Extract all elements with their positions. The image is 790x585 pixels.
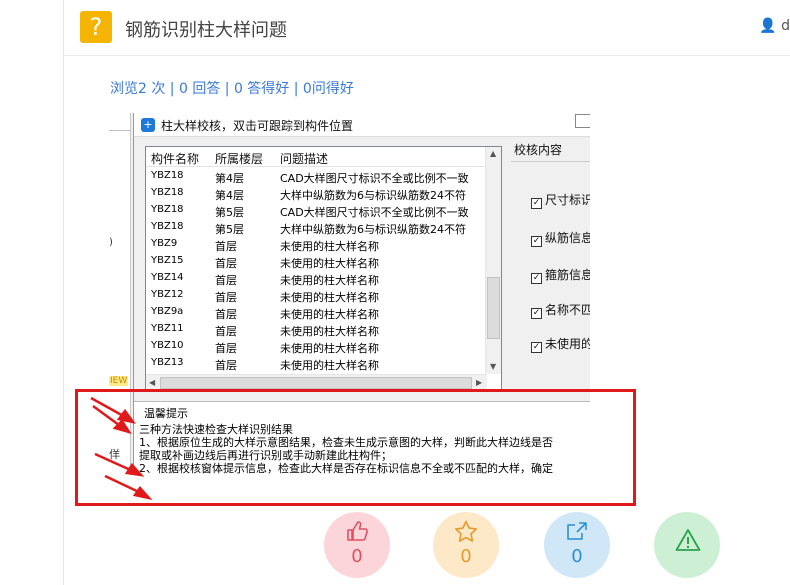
question-stats: 浏览2 次 | 0 回答 | 0 答得好 | 0问得好 bbox=[110, 81, 354, 97]
check-content-panel: 校核内容 ✓ 尺寸标识 ✓ 纵筋信息 ✓ 箍筋信息 ✓ 名称不匹 ✓ 未使用的 bbox=[511, 137, 590, 397]
list-row[interactable]: YBZ15 首层 未使用的柱大样名称 bbox=[146, 254, 487, 271]
list-row[interactable]: YBZ9a 首层 未使用的柱大样名称 bbox=[146, 305, 487, 322]
list-row[interactable]: YBZ18 第5层 大样中纵筋数为6与标识纵筋数24不符 bbox=[146, 220, 487, 237]
content-left-border bbox=[63, 0, 64, 585]
arrow-mark bbox=[124, 462, 145, 477]
list-row[interactable]: YBZ12 首层 未使用的柱大样名称 bbox=[146, 288, 487, 305]
checkbox-checked-icon: ✓ bbox=[531, 342, 542, 353]
report-button[interactable] bbox=[654, 512, 720, 578]
list-row[interactable]: YBZ10 首层 未使用的柱大样名称 bbox=[146, 339, 487, 356]
column-header[interactable]: 所属楼层 bbox=[215, 150, 263, 167]
app-icon: + bbox=[141, 118, 155, 132]
dialog-title: 柱大样校核，双击可跟踪到构件位置 bbox=[161, 119, 354, 133]
scroll-down-icon[interactable]: ▼ bbox=[490, 362, 496, 371]
list-row[interactable]: YBZ18 第4层 大样中纵筋数为6与标识纵筋数24不符 bbox=[146, 186, 487, 203]
list-row[interactable]: YBZ9 首层 未使用的柱大样名称 bbox=[146, 237, 487, 254]
list-row[interactable]: YBZ14 首层 未使用的柱大样名称 bbox=[146, 271, 487, 288]
check-stirrup[interactable]: ✓ 箍筋信息 bbox=[531, 266, 590, 284]
list-row[interactable]: YBZ13 首层 未使用的柱大样名称 bbox=[146, 356, 487, 373]
checkbox-checked-icon: ✓ bbox=[531, 198, 542, 209]
user-menu[interactable]: 👤 d bbox=[759, 18, 790, 34]
check-name-mismatch[interactable]: ✓ 名称不匹 bbox=[531, 301, 590, 319]
issue-list: 构件名称 所属楼层 问题描述 YBZ18 第4层 CAD大样图尺寸标识不全或比例不一… bbox=[145, 146, 502, 392]
star-icon bbox=[455, 520, 477, 542]
column-header[interactable]: 构件名称 bbox=[151, 150, 199, 167]
close-button[interactable] bbox=[575, 114, 590, 128]
favorite-button[interactable]: 0 bbox=[433, 512, 499, 578]
check-size[interactable]: ✓ 尺寸标识 bbox=[531, 191, 590, 209]
check-unused[interactable]: ✓ 未使用的 bbox=[531, 335, 590, 353]
list-rows: YBZ18 第4层 CAD大样图尺寸标识不全或比例不一致 YBZ18 第4层 大样中纵筋… bbox=[146, 169, 487, 373]
edge-mark: IEW bbox=[109, 376, 129, 386]
check-longitudinal[interactable]: ✓ 纵筋信息 bbox=[531, 229, 590, 247]
page-title: 钢筋识别柱大样问题 bbox=[125, 20, 287, 41]
panel-title: 校核内容 bbox=[514, 143, 563, 157]
username: d bbox=[781, 18, 790, 34]
list-row[interactable]: YBZ18 第5层 CAD大样图尺寸标识不全或比例不一致 bbox=[146, 203, 487, 220]
warning-icon bbox=[675, 529, 701, 551]
scroll-right-icon[interactable]: ▶ bbox=[476, 378, 482, 387]
vertical-scrollbar[interactable]: ▲ ▼ bbox=[485, 147, 501, 374]
scroll-left-icon[interactable]: ◀ bbox=[149, 378, 155, 387]
question-header: ? 钢筋识别柱大样问题 👤 d bbox=[64, 0, 790, 56]
list-header: 构件名称 所属楼层 问题描述 bbox=[146, 147, 487, 167]
checkbox-checked-icon: ✓ bbox=[531, 308, 542, 319]
like-button[interactable]: 0 bbox=[324, 512, 390, 578]
like-count: 0 bbox=[351, 546, 363, 567]
share-icon bbox=[567, 522, 587, 540]
checkbox-checked-icon: ✓ bbox=[531, 236, 542, 247]
dialog-titlebar: + 柱大样校核，双击可跟踪到构件位置 bbox=[134, 113, 590, 137]
scroll-up-icon[interactable]: ▲ bbox=[490, 149, 496, 158]
favorite-count: 0 bbox=[460, 546, 472, 567]
column-header[interactable]: 问题描述 bbox=[280, 150, 328, 167]
edge-mark: ) bbox=[109, 237, 113, 248]
question-icon: ? bbox=[80, 11, 112, 43]
user-icon: 👤 bbox=[759, 18, 777, 34]
share-count: 0 bbox=[571, 546, 583, 567]
list-row[interactable]: YBZ11 首层 未使用的柱大样名称 bbox=[146, 322, 487, 339]
thumbs-up-icon bbox=[347, 521, 368, 541]
arrow-mark bbox=[132, 486, 153, 501]
share-button[interactable]: 0 bbox=[544, 512, 610, 578]
scroll-thumb[interactable] bbox=[487, 277, 500, 339]
annotation-arrows bbox=[90, 396, 153, 501]
list-row[interactable]: YBZ18 第4层 CAD大样图尺寸标识不全或比例不一致 bbox=[146, 169, 487, 186]
checkbox-checked-icon: ✓ bbox=[531, 273, 542, 284]
scroll-thumb[interactable] bbox=[160, 377, 472, 389]
